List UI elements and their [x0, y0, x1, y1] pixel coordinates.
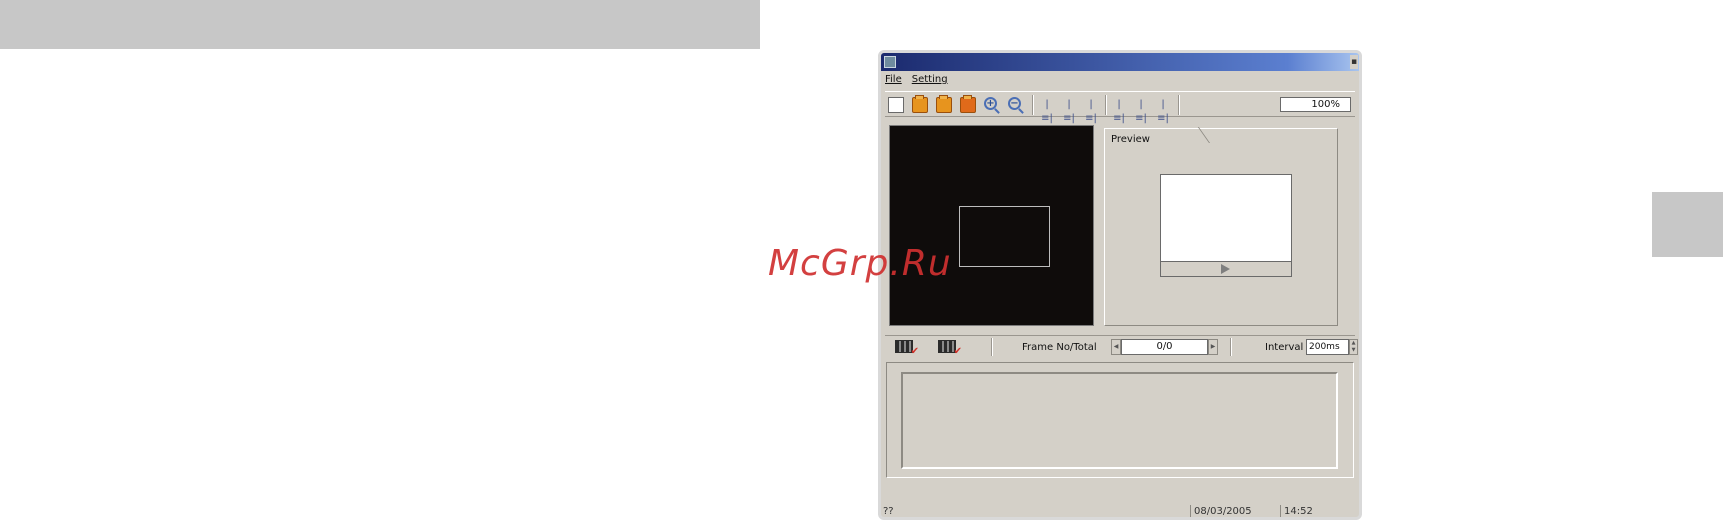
toolbar-separator — [1032, 95, 1034, 115]
export-icon[interactable] — [960, 95, 976, 113]
interval-down-icon[interactable]: ▼ — [1350, 347, 1357, 354]
interval-up-icon[interactable]: ▲ — [1350, 340, 1357, 347]
interval-label: Interval — [1265, 342, 1304, 353]
preview-play-bar[interactable] — [1160, 261, 1292, 277]
preview-panel: Preview — [1093, 127, 1338, 326]
app-window: ▪ File Setting + − |≡| |≡| |≡| |≡| |≡| |… — [878, 50, 1362, 520]
frame-number-field[interactable]: 0/0 — [1121, 339, 1208, 355]
preview-screen — [1160, 174, 1292, 262]
align-top-icon[interactable]: |≡| — [1112, 98, 1126, 124]
title-bar: ▪ — [881, 53, 1359, 71]
title-control-button[interactable]: ▪ — [1350, 55, 1358, 69]
film-add-icon[interactable] — [895, 340, 919, 357]
frame-prev-button[interactable]: ◀ — [1111, 339, 1121, 355]
edit-canvas[interactable] — [889, 125, 1094, 326]
frame-number-label: Frame No/Total — [1022, 342, 1097, 353]
frame-bar: Frame No/Total ◀ 0/0 ▶ Interval 200ms ▲ … — [885, 335, 1358, 357]
interval-stepper[interactable]: ▲ ▼ — [1349, 339, 1358, 355]
app-icon — [884, 56, 896, 68]
align-right-icon[interactable]: |≡| — [1084, 98, 1098, 124]
zoom-in-icon[interactable]: + — [984, 97, 997, 110]
watermark-text: McGrp.Ru — [768, 243, 952, 284]
play-icon[interactable] — [1221, 264, 1230, 274]
menu-bar: File Setting — [885, 74, 948, 88]
align-left-icon[interactable]: |≡| — [1040, 98, 1054, 124]
side-tab — [1652, 192, 1723, 257]
save-icon[interactable] — [936, 95, 952, 113]
open-folder-icon[interactable] — [912, 95, 928, 113]
align-center-icon[interactable]: |≡| — [1062, 98, 1076, 124]
toolbar-separator — [1178, 95, 1180, 115]
preview-tab-label[interactable]: Preview — [1111, 134, 1150, 145]
frame-list-panel — [886, 362, 1354, 478]
frame-next-button[interactable]: ▶ — [1208, 339, 1218, 355]
status-bar: ?? 08/03/2005 14:52 — [881, 505, 1359, 517]
toolbar: + − |≡| |≡| |≡| |≡| |≡| |≡| 100% — [885, 91, 1355, 124]
film-check-icon[interactable] — [938, 340, 962, 357]
toolbar-separator — [1105, 95, 1107, 115]
align-bottom-icon[interactable]: |≡| — [1156, 98, 1170, 124]
status-time: 14:52 — [1280, 505, 1359, 517]
frame-bar-separator — [991, 338, 993, 356]
align-middle-icon[interactable]: |≡| — [1134, 98, 1148, 124]
frame-bar-separator — [1230, 338, 1232, 356]
status-date: 08/03/2005 — [1190, 505, 1276, 517]
menu-file[interactable]: File — [885, 74, 902, 88]
interval-field[interactable]: 200ms — [1306, 339, 1349, 355]
menu-setting[interactable]: Setting — [912, 74, 948, 88]
selection-frame[interactable] — [959, 206, 1050, 267]
zoom-level-field[interactable]: 100% — [1280, 97, 1351, 112]
zoom-out-icon[interactable]: − — [1008, 97, 1021, 110]
status-message: ?? — [883, 506, 894, 517]
top-band — [0, 0, 760, 49]
new-file-icon[interactable] — [888, 97, 904, 113]
frame-list-area[interactable] — [901, 372, 1338, 469]
